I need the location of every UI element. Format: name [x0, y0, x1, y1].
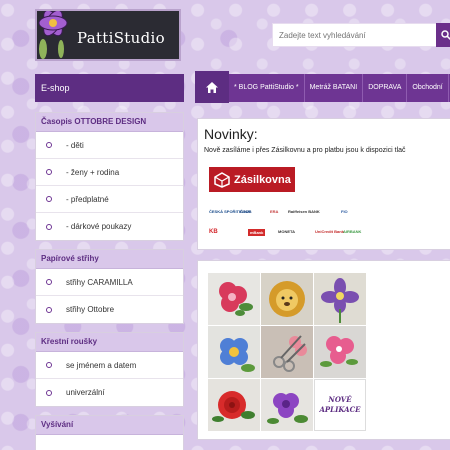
- sidebar-item[interactable]: - ženy + rodina: [36, 159, 183, 186]
- news-text: Nově zasíláme i přes Zásilkovnu a pro pl…: [204, 147, 406, 154]
- tile-red-rose[interactable]: [208, 379, 260, 431]
- bullet-icon: [46, 196, 52, 202]
- sidebar-heading[interactable]: Časopis OTTOBRE DESIGN: [36, 113, 183, 132]
- bullet-icon: [46, 362, 52, 368]
- news-title: Novinky:: [204, 126, 258, 142]
- lion-icon: [261, 273, 313, 325]
- sidebar-item[interactable]: univerzální: [36, 379, 183, 406]
- bullet-icon: [46, 142, 52, 148]
- red-rose-icon: [208, 379, 260, 431]
- sidebar-item[interactable]: - děti: [36, 132, 183, 159]
- eshop-header[interactable]: E-shop: [35, 74, 184, 102]
- sidebar-item-label: - dárkové poukazy: [66, 222, 132, 231]
- bank-logo-kb: KB: [209, 229, 218, 235]
- sidebar: Časopis OTTOBRE DESIGN - děti - ženy + r…: [35, 112, 184, 450]
- gallery-panel: NOVÉ APLIKACE: [197, 260, 450, 440]
- home-button[interactable]: [195, 71, 229, 103]
- bank-logo-moneta: MONETA: [278, 229, 296, 234]
- logo-text: PattiStudio: [77, 29, 165, 47]
- tile-purple-flower[interactable]: [314, 273, 366, 325]
- sidebar-item-label: se jménem a datem: [66, 360, 137, 370]
- search-input[interactable]: [273, 24, 437, 46]
- bullet-icon: [46, 169, 52, 175]
- nav-item-blog[interactable]: * BLOG PattiStudio *: [229, 74, 305, 102]
- nove-line2: APLIKACE: [319, 405, 361, 414]
- tile-lion[interactable]: [261, 273, 313, 325]
- bank-logo-airbank: AIRBANK: [343, 229, 362, 234]
- tile-purple-rose[interactable]: [261, 379, 313, 431]
- nav-item-obchodni[interactable]: Obchodní: [407, 74, 449, 102]
- sidebar-item[interactable]: se jménem a datem: [36, 352, 183, 379]
- bank-logo-mbank: mBank: [248, 229, 266, 236]
- sidebar-item-label: - ženy + rodina: [66, 167, 120, 177]
- pink-flower-icon: [314, 326, 366, 378]
- top-navigation: * BLOG PattiStudio * Metráž BATANI DOPRA…: [229, 74, 450, 102]
- site-logo[interactable]: PattiStudio: [35, 9, 181, 61]
- package-icon: [214, 171, 230, 188]
- tile-scissors[interactable]: [261, 326, 313, 378]
- sidebar-block-rousky: Křestní roušky se jménem a datem univerz…: [35, 332, 184, 407]
- sidebar-block-vysivani: Vyšívání: [35, 415, 184, 450]
- purple-flower-icon: [314, 273, 366, 325]
- bank-logo-csob: ČSOB: [240, 209, 252, 214]
- sidebar-item[interactable]: [36, 435, 183, 450]
- zasilkovna-logo[interactable]: Zásilkovna: [209, 167, 295, 192]
- blue-flower-icon: [208, 326, 260, 378]
- sidebar-item-label: - předplatné: [66, 194, 109, 204]
- tile-pink-flower[interactable]: [314, 326, 366, 378]
- bank-logo-unicredit: UniCredit Bank: [315, 229, 344, 234]
- sidebar-item-label: střihy CARAMILLA: [66, 277, 133, 287]
- search-icon: [441, 30, 450, 40]
- bullet-icon: [46, 306, 52, 313]
- purple-rose-icon: [261, 379, 313, 431]
- tile-blue-flower[interactable]: [208, 326, 260, 378]
- sidebar-heading[interactable]: Křestní roušky: [36, 333, 183, 352]
- nav-item-doprava[interactable]: DOPRAVA: [363, 74, 408, 102]
- sidebar-block-strihy: Papírové střihy střihy CARAMILLA střihy …: [35, 249, 184, 324]
- news-panel: Novinky: Nově zasíláme i přes Zásilkovnu…: [197, 118, 450, 250]
- sidebar-block-ottobre: Časopis OTTOBRE DESIGN - děti - ženy + r…: [35, 112, 184, 241]
- zasilkovna-text: Zásilkovna: [234, 173, 291, 186]
- home-icon: [206, 81, 218, 93]
- nav-item-metraz[interactable]: Metráž BATANI: [305, 74, 364, 102]
- scissors-icon: [261, 326, 313, 378]
- sidebar-heading[interactable]: Papírové střihy: [36, 250, 183, 269]
- bullet-icon: [46, 389, 52, 396]
- sidebar-item-label: - děti: [66, 140, 84, 150]
- search-button[interactable]: [436, 23, 450, 47]
- red-flower-icon: [208, 273, 260, 325]
- nove-line1: NOVÉ: [328, 395, 352, 404]
- bullet-icon: [46, 223, 52, 230]
- tile-red-flower[interactable]: [208, 273, 260, 325]
- sidebar-item[interactable]: - dárkové poukazy: [36, 213, 183, 240]
- sidebar-item[interactable]: střihy CARAMILLA: [36, 269, 183, 296]
- search-box: [272, 23, 438, 47]
- sidebar-item-label: střihy Ottobre: [66, 305, 115, 314]
- sidebar-item[interactable]: střihy Ottobre: [36, 296, 183, 323]
- tile-nove-aplikace[interactable]: NOVÉ APLIKACE: [314, 379, 366, 431]
- sidebar-heading[interactable]: Vyšívání: [36, 416, 183, 435]
- applique-grid: NOVÉ APLIKACE: [208, 273, 366, 431]
- bullet-icon: [46, 279, 52, 285]
- sidebar-item[interactable]: - předplatné: [36, 186, 183, 213]
- bank-logo-raiffeisen: Raiffeisen BANK: [288, 209, 320, 214]
- bank-logo-fio: FIO: [341, 209, 348, 214]
- sidebar-item-label: univerzální: [66, 388, 105, 397]
- bank-logo-era: ERA: [270, 209, 279, 214]
